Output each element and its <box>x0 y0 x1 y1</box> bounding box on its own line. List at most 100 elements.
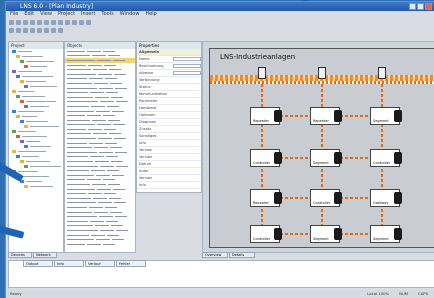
property-row[interactable]: Kommunikation <box>137 91 201 98</box>
copy-icon[interactable] <box>44 20 49 25</box>
paste-icon[interactable] <box>51 20 56 25</box>
minimize-icon[interactable] <box>409 3 416 10</box>
toolbar-drawing <box>6 27 434 34</box>
node-icon <box>12 150 16 153</box>
property-row[interactable]: Allgemein <box>137 49 201 56</box>
new-icon[interactable] <box>9 20 14 25</box>
node-icon <box>20 120 24 123</box>
tab-details[interactable]: Details <box>229 252 255 258</box>
property-row[interactable]: Version <box>137 175 201 182</box>
device-node[interactable]: Segment <box>370 225 402 243</box>
device-label: Controller <box>253 237 271 241</box>
menu-tools[interactable]: Tools <box>101 11 113 18</box>
device-label: Controller <box>313 201 331 205</box>
align-icon[interactable] <box>37 28 42 33</box>
property-value-field[interactable] <box>173 64 201 68</box>
property-row[interactable]: Sonstiges <box>137 133 201 140</box>
menu-file[interactable]: File <box>10 11 18 18</box>
node-icon <box>20 100 24 103</box>
line-icon[interactable] <box>16 28 21 33</box>
property-value-field[interactable] <box>173 71 201 75</box>
device-label: Repeater <box>253 119 269 123</box>
property-row[interactable]: Info <box>137 182 201 189</box>
property-row[interactable]: Status <box>137 84 201 91</box>
property-row[interactable]: Beschreibung <box>137 63 201 70</box>
status-zoom: Local 100% <box>367 291 390 296</box>
maximize-icon[interactable] <box>417 3 424 10</box>
grid-icon[interactable] <box>86 20 91 25</box>
device-node[interactable]: Repeater <box>250 107 282 125</box>
device-node[interactable]: Controller <box>250 225 282 243</box>
property-row[interactable]: Datum <box>137 161 201 168</box>
device-icon <box>334 152 342 164</box>
tab-network[interactable]: Network <box>33 252 57 258</box>
menu-window[interactable]: Window <box>120 11 140 18</box>
tab-overview[interactable]: Overview <box>202 252 228 258</box>
redo-icon[interactable] <box>65 20 70 25</box>
property-row[interactable]: Autor <box>137 168 201 175</box>
property-value-field[interactable] <box>173 57 201 61</box>
menu-view[interactable]: View <box>40 11 52 18</box>
tab-devices[interactable]: Devices <box>8 252 32 258</box>
device-node[interactable]: Repeater <box>310 107 342 125</box>
diagram-canvas[interactable]: LNS-Industrieanlagen Repeater Repeater Seg… <box>202 41 434 253</box>
find-icon[interactable] <box>79 20 84 25</box>
text-icon[interactable] <box>30 28 35 33</box>
group-icon[interactable] <box>51 28 56 33</box>
tab-info[interactable]: Info <box>54 260 84 267</box>
property-row[interactable]: Parameter <box>137 98 201 105</box>
node-icon <box>20 160 24 163</box>
property-row[interactable]: Zusatz <box>137 126 201 133</box>
connect-icon[interactable] <box>44 28 49 33</box>
device-node[interactable]: Segment <box>370 107 402 125</box>
list-item[interactable] <box>65 242 135 247</box>
left-panel-tabs: Devices Network <box>8 252 57 258</box>
property-row[interactable]: Optionen <box>137 112 201 119</box>
cut-icon[interactable] <box>37 20 42 25</box>
property-row[interactable]: Diagnose <box>137 119 201 126</box>
tab-errors[interactable]: Fehler <box>116 260 146 267</box>
device-node[interactable]: Controller <box>370 149 402 167</box>
property-row[interactable]: Info <box>137 140 201 147</box>
status-caps: CAPS <box>418 291 428 296</box>
property-label: Version <box>139 155 153 159</box>
property-label: Info <box>139 183 146 187</box>
menu-edit[interactable]: Edit <box>24 11 34 18</box>
network-diagram: LNS-Industrieanlagen Repeater Repeater Seg… <box>209 48 434 248</box>
tab-history[interactable]: Verlauf <box>85 260 115 267</box>
property-row[interactable]: Name <box>137 56 201 63</box>
property-row[interactable]: Version <box>137 147 201 154</box>
property-label: Beschreibung <box>139 64 164 68</box>
rect-icon[interactable] <box>23 28 28 33</box>
property-label: Kommunikation <box>139 92 168 96</box>
select-icon[interactable] <box>9 28 14 33</box>
zoom-icon[interactable] <box>72 20 77 25</box>
property-row[interactable]: Version <box>137 154 201 161</box>
close-icon[interactable] <box>425 3 432 10</box>
tab-output[interactable]: Output <box>23 260 53 267</box>
device-icon <box>394 192 402 204</box>
device-node[interactable]: Segment <box>310 149 342 167</box>
menu-insert[interactable]: Insert <box>81 11 95 18</box>
save-icon[interactable] <box>23 20 28 25</box>
layer-icon[interactable] <box>58 28 63 33</box>
device-node[interactable]: Repeater <box>250 189 282 207</box>
device-label: Gateway <box>373 201 389 205</box>
property-row[interactable]: Adresse <box>137 70 201 77</box>
device-node[interactable]: Controller <box>310 189 342 207</box>
property-row[interactable]: Verbindung <box>137 77 201 84</box>
print-icon[interactable] <box>30 20 35 25</box>
device-node[interactable]: Segment <box>310 225 342 243</box>
open-icon[interactable] <box>16 20 21 25</box>
device-node[interactable]: Controller <box>250 149 282 167</box>
undo-icon[interactable] <box>58 20 63 25</box>
device-node[interactable]: Gateway <box>370 189 402 207</box>
property-row[interactable]: Hardware <box>137 105 201 112</box>
menu-help[interactable]: Help <box>145 11 156 18</box>
device-label: Segment <box>373 119 389 123</box>
tree-item[interactable] <box>9 184 63 189</box>
property-label: Verbindung <box>139 78 160 82</box>
device-icon <box>394 110 402 122</box>
list-header: Objects <box>65 42 135 49</box>
menu-project[interactable]: Project <box>58 11 75 18</box>
